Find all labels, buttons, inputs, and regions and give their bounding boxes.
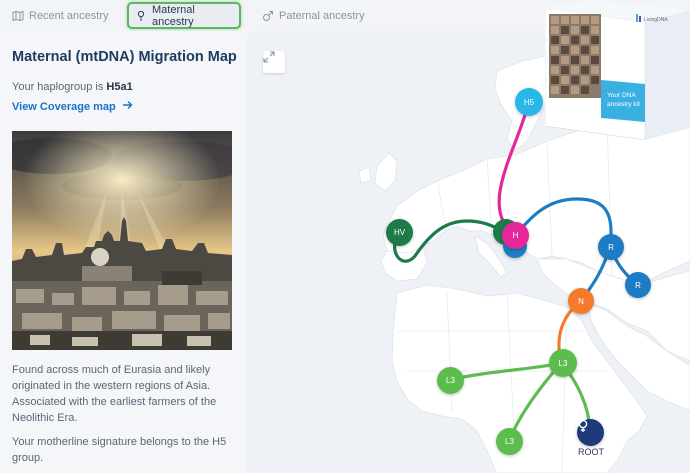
node-label: N — [578, 296, 584, 306]
male-symbol-icon — [262, 10, 274, 22]
node-root[interactable] — [577, 419, 604, 446]
node-label: H5 — [523, 97, 535, 107]
haplogroup-photo — [12, 131, 232, 350]
haplogroup-value: H5a1 — [106, 81, 133, 93]
root-label: ROOT — [578, 447, 604, 457]
arrow-right-icon — [122, 100, 133, 113]
view-coverage-link[interactable]: View Coverage map — [12, 100, 133, 113]
haplogroup-text: Your haplogroup is H5a1 — [12, 81, 133, 93]
haplogroup-prefix: Your haplogroup is — [12, 81, 107, 93]
haplogroup-panel: Maternal (mtDNA) Migration Map Your hapl… — [0, 31, 247, 473]
node-label: L3 — [446, 376, 455, 385]
haplogroup-description: Found across much of Eurasia and likely … — [12, 364, 217, 424]
node-label: R — [608, 242, 614, 252]
node-label: R — [635, 280, 641, 290]
node-l3-center[interactable]: L3 — [549, 349, 577, 377]
dna-kit-promo[interactable]: LivingDNA Your DNA ancestry kit — [544, 0, 690, 141]
pin-icon — [135, 10, 147, 22]
tab-label: Recent ancestry — [29, 10, 109, 22]
tab-recent-ancestry[interactable]: Recent ancestry — [12, 4, 108, 28]
motherline-signature: Your motherline signature belongs to the… — [12, 436, 227, 464]
page-title: Maternal (mtDNA) Migration Map — [12, 49, 237, 65]
tab-maternal-ancestry[interactable]: Maternal ancestry — [127, 2, 241, 29]
kit-line2: ancestry kit — [607, 101, 640, 108]
coverage-link-label: View Coverage map — [12, 100, 116, 113]
node-h5[interactable]: H5 — [515, 88, 543, 116]
node-l3-south[interactable]: L3 — [496, 428, 523, 455]
tab-label: Paternal ancestry — [279, 10, 365, 22]
kit-brand: LivingDNA — [644, 17, 668, 23]
node-label: L3 — [558, 358, 568, 368]
node-n[interactable]: N — [568, 288, 594, 314]
tab-paternal-ancestry[interactable]: Paternal ancestry — [262, 4, 365, 28]
node-r[interactable]: R — [598, 234, 624, 260]
node-hv[interactable]: HV — [386, 219, 413, 246]
node-label: HV — [393, 228, 406, 237]
expand-map-button[interactable] — [263, 51, 285, 73]
kit-line1: Your DNA — [607, 92, 636, 99]
node-r-east[interactable]: R — [625, 272, 651, 298]
node-label: L3 — [505, 437, 514, 446]
node-label: H — [512, 231, 519, 240]
node-l3-west[interactable]: L3 — [437, 367, 464, 394]
node-h[interactable]: H — [502, 222, 529, 249]
map-icon — [12, 10, 24, 22]
tab-label: Maternal ancestry — [152, 3, 195, 28]
